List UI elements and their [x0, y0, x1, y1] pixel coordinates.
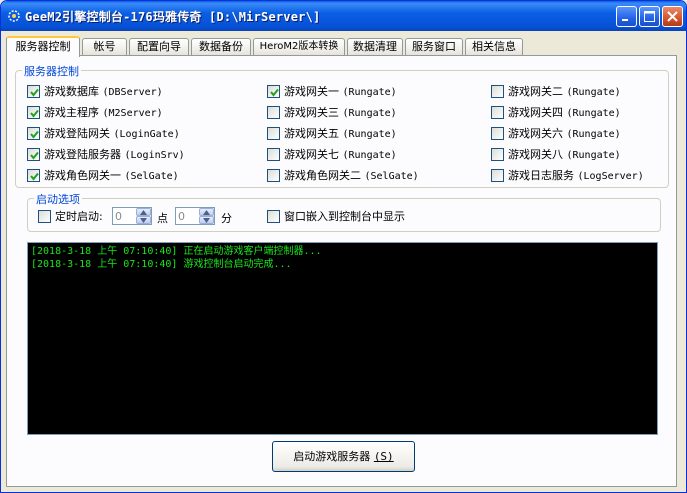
start-server-label: 启动游戏服务器 — [293, 450, 371, 463]
tab-service-window[interactable]: 服务窗口 — [405, 38, 463, 56]
tab-strip: 服务器控制 帐号 配置向导 数据备份 HeroM2版本转换 数据清理 服务窗口 … — [6, 36, 686, 57]
label-cn: 游戏网关六 — [508, 127, 563, 140]
startup-options-legend: 启动选项 — [34, 191, 82, 207]
spin-down-button[interactable] — [199, 216, 214, 224]
window-title: GeeM2引擎控制台-176玛雅传奇 [D:\MirServer\] — [25, 10, 321, 24]
label-en: (SelGate) — [364, 171, 419, 182]
label-cn: 游戏网关八 — [508, 148, 563, 161]
label-cn: 游戏角色网关一 — [44, 169, 121, 182]
maximize-button[interactable] — [639, 6, 660, 27]
tab-data-cleanup[interactable]: 数据清理 — [347, 38, 403, 56]
start-server-hotkey: (S) — [373, 450, 394, 463]
checkbox-box[interactable] — [491, 106, 504, 119]
label-en: (Rungate) — [342, 87, 397, 98]
check-icon — [30, 88, 39, 97]
label-cn: 游戏登陆网关 — [44, 127, 110, 140]
close-button[interactable] — [662, 6, 683, 27]
spin-up-button[interactable] — [199, 208, 214, 216]
checkbox-box[interactable] — [27, 106, 40, 119]
tab-account[interactable]: 帐号 — [82, 38, 127, 56]
tab-config-wizard[interactable]: 配置向导 — [129, 38, 189, 56]
tab-data-backup[interactable]: 数据备份 — [191, 38, 251, 56]
label-cn: 游戏网关七 — [284, 148, 339, 161]
checkbox-box[interactable] — [491, 127, 504, 140]
close-icon — [667, 11, 678, 22]
checkbox-box[interactable] — [267, 127, 280, 140]
tab-panel: 服务器控制 游戏数据库 (DBServer) 游戏主程序 (M2Server) … — [6, 55, 677, 487]
check-icon — [30, 109, 39, 118]
tab-about[interactable]: 相关信息 — [465, 38, 523, 56]
tab-herom2-convert[interactable]: HeroM2版本转换 — [253, 38, 345, 56]
checkbox-box[interactable] — [491, 85, 504, 98]
label-cn: 游戏角色网关二 — [284, 169, 361, 182]
console-line: [2018-3-18 上午 07:10:40] 游戏控制台启动完成... — [31, 259, 292, 270]
hour-unit: 点 — [157, 212, 168, 225]
checkbox-box[interactable] — [267, 85, 280, 98]
minute-input[interactable] — [178, 209, 200, 223]
checkbox-box[interactable] — [27, 148, 40, 161]
check-icon — [270, 88, 279, 97]
console-log[interactable]: [2018-3-18 上午 07:10:40] 正在启动游戏客户端控制器... … — [27, 242, 658, 435]
arrow-up-icon — [203, 210, 210, 215]
label-cn: 游戏网关二 — [508, 85, 563, 98]
label-en: (Rungate) — [566, 150, 621, 161]
label-en: (Rungate) — [566, 129, 621, 140]
label-en: (LoginSrv) — [124, 150, 185, 161]
timer-start-label: 定时启动: — [55, 210, 103, 223]
start-server-button[interactable]: 启动游戏服务器 (S) — [272, 441, 415, 472]
label-en: (SelGate) — [124, 171, 179, 182]
label-cn: 游戏网关三 — [284, 106, 339, 119]
label-cn: 游戏日志服务 — [508, 169, 574, 182]
label-en: (Rungate) — [566, 87, 621, 98]
check-icon — [30, 172, 39, 181]
check-icon — [30, 151, 39, 160]
label-cn: 游戏主程序 — [44, 106, 99, 119]
hour-input[interactable] — [115, 209, 137, 223]
checkbox-box[interactable] — [267, 210, 280, 223]
checkbox-box[interactable] — [27, 127, 40, 140]
label-en: (Rungate) — [342, 129, 397, 140]
title-bar[interactable]: GeeM2引擎控制台-176玛雅传奇 [D:\MirServer\] — [1, 1, 686, 31]
label-en: (LogServer) — [577, 171, 644, 182]
minimize-button[interactable] — [616, 6, 637, 27]
hour-spinner[interactable] — [112, 207, 152, 225]
checkbox-box[interactable] — [267, 148, 280, 161]
label-en: (LoginGate) — [113, 129, 180, 140]
checkbox-box[interactable] — [38, 210, 51, 223]
label-cn: 游戏数据库 — [44, 85, 99, 98]
checkbox-box[interactable] — [267, 169, 280, 182]
checkbox-box[interactable] — [491, 148, 504, 161]
tab-server-control[interactable]: 服务器控制 — [6, 36, 80, 57]
check-icon — [30, 130, 39, 139]
arrow-up-icon — [140, 210, 147, 215]
checkbox-box[interactable] — [491, 169, 504, 182]
spin-up-button[interactable] — [136, 208, 151, 216]
label-en: (DBServer) — [102, 87, 163, 98]
checkbox-box[interactable] — [267, 106, 280, 119]
label-en: (Rungate) — [566, 108, 621, 119]
checkbox-box[interactable] — [27, 85, 40, 98]
console-line: [2018-3-18 上午 07:10:40] 正在启动游戏客户端控制器... — [31, 246, 322, 257]
label-cn: 游戏网关四 — [508, 106, 563, 119]
maximize-icon — [644, 11, 655, 22]
arrow-down-icon — [203, 218, 210, 223]
minute-unit: 分 — [221, 212, 232, 225]
label-en: (Rungate) — [342, 150, 397, 161]
arrow-down-icon — [140, 218, 147, 223]
label-en: (Rungate) — [342, 108, 397, 119]
embed-window-label: 窗口嵌入到控制台中显示 — [284, 210, 405, 223]
minimize-icon — [622, 19, 628, 21]
label-cn: 游戏网关五 — [284, 127, 339, 140]
main-window: GeeM2引擎控制台-176玛雅传奇 [D:\MirServer\] 服务器控制… — [0, 0, 687, 493]
label-cn: 游戏网关一 — [284, 85, 339, 98]
checkbox-box[interactable] — [27, 169, 40, 182]
server-control-legend: 服务器控制 — [22, 63, 81, 79]
app-icon — [8, 10, 20, 22]
spin-down-button[interactable] — [136, 216, 151, 224]
minute-spinner[interactable] — [175, 207, 215, 225]
label-cn: 游戏登陆服务器 — [44, 148, 121, 161]
label-en: (M2Server) — [102, 108, 163, 119]
